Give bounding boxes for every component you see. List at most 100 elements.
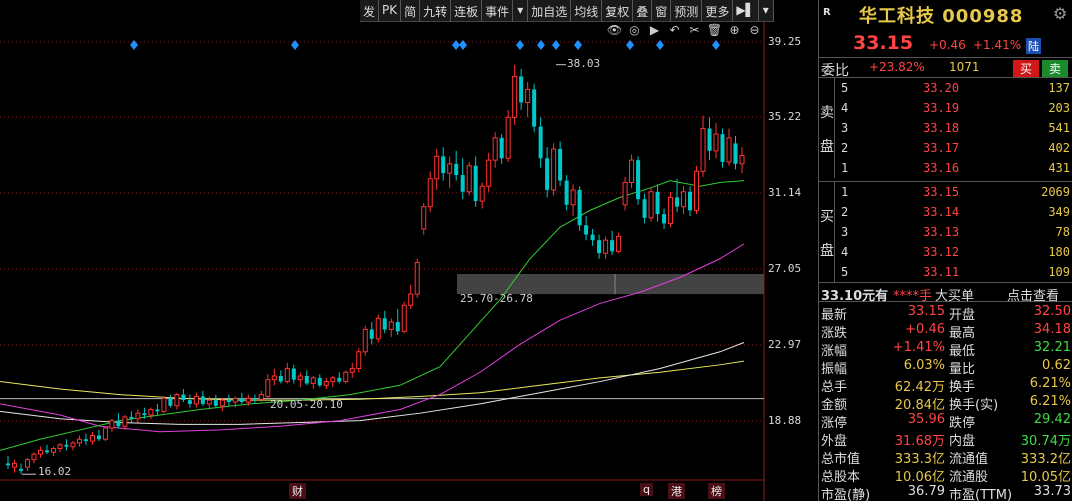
sell-button[interactable]: 卖 xyxy=(1042,60,1068,77)
candle-body xyxy=(50,448,56,453)
toolbar-item[interactable]: 窗 xyxy=(652,0,672,22)
eye-icon[interactable]: 👁 xyxy=(606,23,623,37)
zoom-in-icon[interactable]: ⊕ xyxy=(726,23,743,37)
toolbar-item[interactable]: 发 xyxy=(360,0,380,22)
candle-body xyxy=(414,261,420,295)
asks-row[interactable]: 3 33.18 541 xyxy=(835,118,1072,138)
candle-body xyxy=(271,375,277,381)
asks-level: 1 xyxy=(841,161,849,175)
toolbar-item[interactable]: 叠 xyxy=(633,0,653,22)
bids-volume: 109 xyxy=(1048,265,1070,279)
play-icon[interactable]: ▶ xyxy=(646,23,663,37)
candle-body xyxy=(297,375,303,381)
candle-body xyxy=(278,375,283,382)
candle-body xyxy=(382,318,387,330)
stat-value: +0.46 xyxy=(905,322,945,337)
asks-price: 33.17 xyxy=(923,141,960,155)
toolbar-item[interactable]: 预测 xyxy=(671,0,703,22)
bids-row[interactable]: 5 33.11 109 xyxy=(835,262,1072,282)
stat-value: +1.41% xyxy=(892,340,945,355)
circle-play-icon[interactable]: ◎ xyxy=(626,23,643,37)
candle-body xyxy=(122,416,128,427)
ask-side-label: 卖 盘 xyxy=(819,78,835,178)
toolbar-item[interactable]: 加自选 xyxy=(528,0,572,22)
asks-row[interactable]: 1 33.16 431 xyxy=(835,158,1072,178)
bids-level: 2 xyxy=(841,205,849,219)
big-order-type: 大买单 xyxy=(935,289,975,304)
marker-hk[interactable]: 港 xyxy=(668,483,685,499)
kline-chart-area[interactable]: 发 PK 简九转 连板 事件 ▾ 加自选 均线 复权叠窗预测 更多 ▶▌ ▾ 👁 ◎ ▶ ↶ ✂ 🗑 ⊕ ⊖ 39.… xyxy=(0,0,818,501)
bids-price: 33.12 xyxy=(923,245,960,259)
candle-body xyxy=(642,199,647,218)
toolbar-item[interactable]: ▾ xyxy=(513,0,529,22)
toolbar-item[interactable]: 均线 xyxy=(571,0,603,22)
toolbar-item[interactable]: 简 xyxy=(401,0,421,22)
candle-body xyxy=(564,180,569,205)
event-marker xyxy=(712,40,720,50)
candle-body xyxy=(356,351,362,370)
toolbar-item[interactable]: 九转 xyxy=(420,0,452,22)
stats-row: 振幅 6.03% 量比 0.62 xyxy=(819,357,1072,377)
marker-q[interactable]: q xyxy=(640,483,653,496)
asks-row[interactable]: 2 33.17 402 xyxy=(835,138,1072,158)
stats-row: 总手 62.42万 换手 6.21% xyxy=(819,375,1072,395)
scissors-icon[interactable]: ✂ xyxy=(686,23,703,37)
asks-volume: 203 xyxy=(1048,101,1070,115)
ma-line-white xyxy=(0,342,745,425)
gear-icon[interactable]: ⚙ xyxy=(1053,4,1067,23)
candle-body xyxy=(707,128,712,151)
candle-body xyxy=(317,377,322,386)
stats-row: 总市值 333.3亿 流通值 333.2亿 xyxy=(819,447,1072,467)
bids-row[interactable]: 1 33.15 2069 xyxy=(835,182,1072,202)
order-ratio-label: 委比 xyxy=(821,63,849,79)
event-marker xyxy=(656,40,664,50)
bid-book: 买 盘 1 33.15 2069 2 33.14 349 3 33.13 78 4 33.12 180… xyxy=(819,181,1072,282)
trash-icon[interactable]: 🗑 xyxy=(706,23,723,37)
candle-body xyxy=(460,175,465,192)
bids-row[interactable]: 3 33.13 78 xyxy=(835,222,1072,242)
stats-row: 市盈(静) 36.79 市盈(TTM) 33.73 xyxy=(819,483,1072,501)
bids-price: 33.13 xyxy=(923,225,960,239)
view-big-order-link[interactable]: 点击查看 xyxy=(1007,285,1059,304)
candle-body xyxy=(135,412,141,420)
marker-rank[interactable]: 榜 xyxy=(708,483,725,499)
toolbar-item[interactable]: 事件 xyxy=(482,0,514,22)
asks-volume: 402 xyxy=(1048,141,1070,155)
candle-body xyxy=(18,469,24,471)
toolbar-item[interactable]: 连板 xyxy=(451,0,483,22)
toolbar-item[interactable]: ▶▌ xyxy=(733,0,759,22)
quote-panel: R 华工科技 000988 ⚙ 33.15 +0.46 +1.41% 陆 委比 … xyxy=(818,0,1072,501)
stat-value: 33.73 xyxy=(1033,484,1071,499)
candle-body xyxy=(258,394,264,400)
ma-line-green xyxy=(0,180,745,451)
marker-financial[interactable]: 财 xyxy=(289,483,306,499)
toolbar-item[interactable]: PK xyxy=(379,0,402,22)
toolbar-item[interactable]: 复权 xyxy=(602,0,634,22)
candle-body xyxy=(343,371,349,383)
asks-row[interactable]: 5 33.20 137 xyxy=(835,78,1072,98)
price-tick-label: 35.22 xyxy=(768,109,802,123)
candle-body xyxy=(427,178,433,208)
candle-body xyxy=(655,191,660,215)
candle-body xyxy=(603,239,609,254)
asks-row[interactable]: 4 33.19 203 xyxy=(835,98,1072,118)
buy-button[interactable]: 买 xyxy=(1013,60,1039,77)
asks-price: 33.19 xyxy=(923,101,960,115)
undo-icon[interactable]: ↶ xyxy=(666,23,683,37)
stats-row: 涨停 35.96 跌停 29.42 xyxy=(819,411,1072,431)
big-order-qty: ****手 xyxy=(893,289,933,304)
bids-row[interactable]: 4 33.12 180 xyxy=(835,242,1072,262)
candle-body xyxy=(226,400,231,403)
bids-row[interactable]: 2 33.14 349 xyxy=(835,202,1072,222)
candle-body xyxy=(733,143,738,164)
kline-chart[interactable] xyxy=(0,0,818,501)
bids-volume: 180 xyxy=(1048,245,1070,259)
stock-header: R 华工科技 000988 ⚙ 33.15 +0.46 +1.41% 陆 xyxy=(819,0,1072,58)
candle-body xyxy=(369,329,374,339)
toolbar-item[interactable]: 更多 xyxy=(702,0,734,22)
order-ratio-diff: 1071 xyxy=(949,60,980,74)
zoom-out-icon[interactable]: ⊖ xyxy=(746,23,763,37)
toolbar-item[interactable]: ▾ xyxy=(759,0,774,22)
candle-body xyxy=(181,394,186,401)
asks-level: 5 xyxy=(841,81,849,95)
